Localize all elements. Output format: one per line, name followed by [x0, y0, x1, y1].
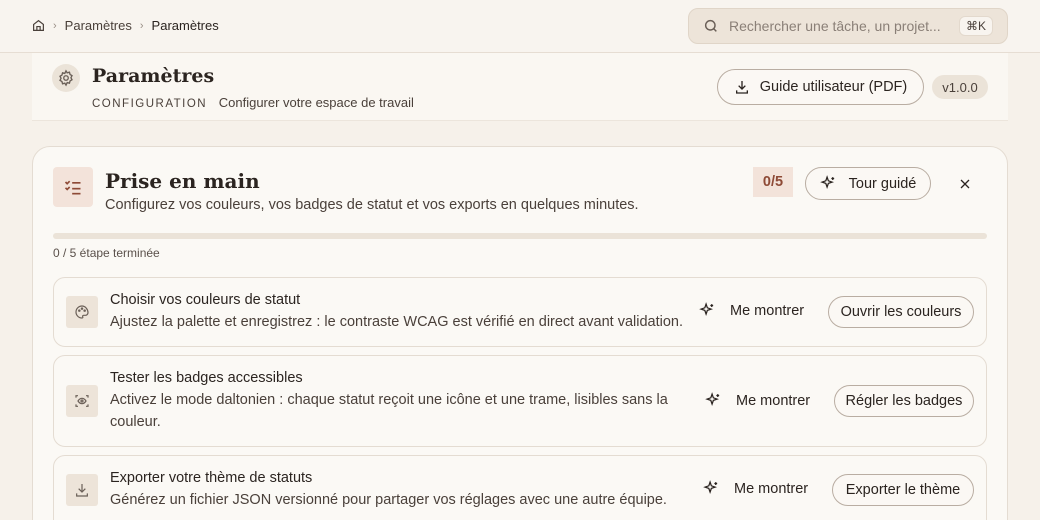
sparkle-icon [699, 302, 714, 316]
show-me-button[interactable]: Me montrer [703, 480, 808, 497]
chevron-right-icon: › [53, 19, 57, 32]
version-badge: v1.0.0 [932, 75, 988, 99]
progress-text: 0 / 5 étape terminée [53, 246, 160, 260]
show-me-label: Me montrer [734, 480, 809, 497]
step-item: Tester les badges accessibles Activez le… [53, 355, 987, 447]
onboarding-card: Prise en main Configurez vos couleurs, v… [32, 146, 1008, 520]
onboarding-title: Prise en main [105, 169, 260, 193]
sparkle-icon [705, 392, 720, 406]
step-title: Tester les badges accessibles [110, 370, 303, 386]
breadcrumb: › Paramètres › Paramètres [32, 18, 219, 33]
sparkle-icon [819, 175, 834, 189]
step-description: Activez le mode daltonien : chaque statu… [110, 392, 668, 430]
step-title: Choisir vos couleurs de statut [110, 292, 301, 308]
checklist-icon [53, 167, 93, 207]
progress-bar [53, 233, 987, 239]
sparkle-icon [703, 480, 718, 494]
guided-tour-button[interactable]: Tour guidé [805, 167, 931, 200]
step-description: Ajustez la palette et enregistrez : le c… [110, 314, 684, 330]
breadcrumb-current: Paramètres [151, 18, 219, 33]
page-description: Configurer votre espace de travail [218, 95, 414, 110]
download-icon [735, 81, 748, 94]
breadcrumb-item[interactable]: Paramètres [65, 18, 132, 33]
scan-eye-icon [66, 385, 98, 417]
home-icon[interactable] [32, 19, 45, 32]
shortcut-badge: ⌘K [958, 16, 993, 36]
step-item: Choisir vos couleurs de statut Ajustez l… [53, 277, 987, 347]
search-placeholder: Rechercher une tâche, un projet... [729, 18, 941, 34]
top-bar: › Paramètres › Paramètres Rechercher une… [0, 0, 1040, 53]
adjust-badges-button[interactable]: Régler les badges [834, 385, 974, 417]
steps-count-badge: 0/5 [753, 167, 793, 197]
page-subtitle: CONFIGURATION Configurer votre espace de… [92, 95, 414, 110]
download-icon [66, 474, 98, 506]
step-title: Exporter votre thème de statuts [110, 470, 313, 486]
guided-tour-label: Tour guidé [848, 175, 917, 192]
chevron-right-icon: › [139, 19, 144, 32]
search-icon [704, 19, 717, 32]
show-me-button[interactable]: Me montrer [699, 302, 804, 319]
close-icon[interactable] [955, 174, 975, 194]
show-me-label: Me montrer [730, 302, 805, 319]
gear-icon [52, 64, 80, 92]
user-guide-label: Guide utilisateur (PDF) [759, 79, 908, 95]
open-colors-button[interactable]: Ouvrir les couleurs [828, 296, 974, 328]
export-theme-button[interactable]: Exporter le thème [832, 474, 974, 506]
user-guide-button[interactable]: Guide utilisateur (PDF) [717, 69, 924, 105]
step-description: Générez un fichier JSON versionné pour p… [110, 492, 667, 508]
show-me-button[interactable]: Me montrer [705, 392, 810, 409]
onboarding-subtitle: Configurez vos couleurs, vos badges de s… [105, 197, 639, 213]
palette-icon [66, 296, 98, 328]
search-input[interactable]: Rechercher une tâche, un projet... ⌘K [688, 8, 1008, 44]
page-title: Paramètres [92, 65, 215, 87]
step-item: Exporter votre thème de statuts Générez … [53, 455, 987, 520]
page-header: Paramètres CONFIGURATION Configurer votr… [32, 53, 1008, 121]
show-me-label: Me montrer [736, 392, 811, 409]
section-caption: CONFIGURATION [92, 98, 208, 110]
